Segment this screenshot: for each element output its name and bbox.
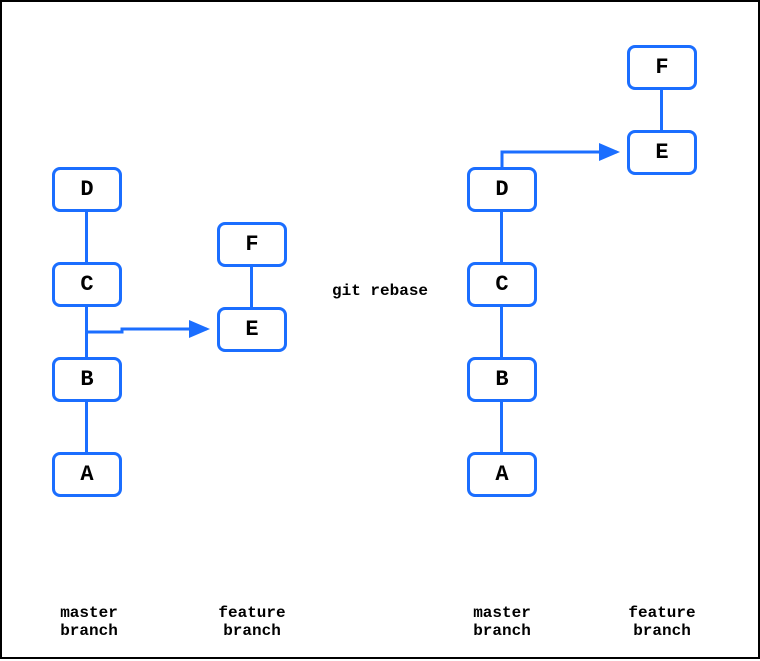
- branch-arrow-after: [502, 152, 617, 167]
- diagram-canvas: A B C D E F A B C D E F git rebase maste…: [0, 0, 760, 659]
- branch-arrow-before: [87, 329, 207, 332]
- arrow-overlay: [2, 2, 760, 661]
